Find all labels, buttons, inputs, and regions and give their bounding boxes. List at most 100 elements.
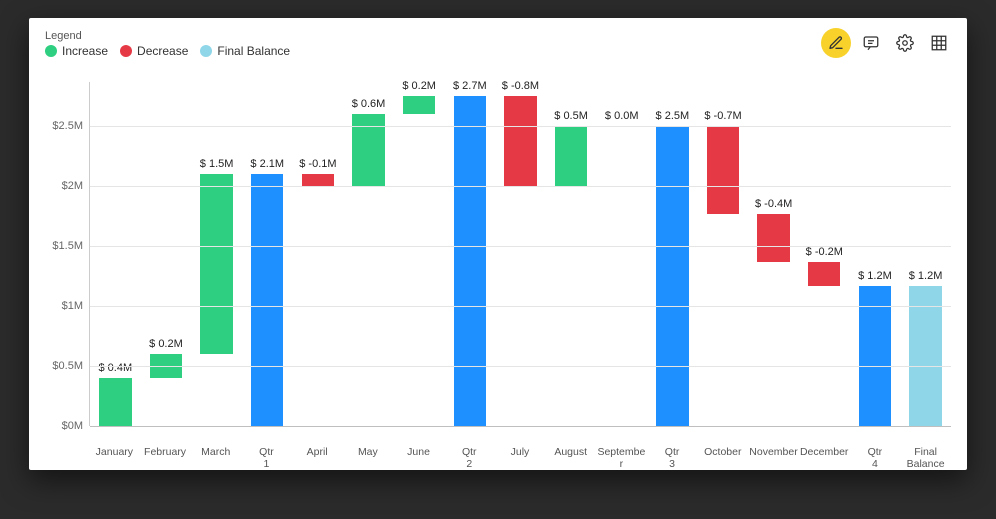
bar-increase[interactable] (352, 114, 384, 186)
bar-value-label: $ 0.6M (343, 98, 394, 110)
y-tick-label: $1M (62, 300, 83, 312)
bar-value-label: $ 1.2M (900, 270, 951, 282)
bar-value-label: $ -0.1M (293, 158, 344, 170)
legend-label: Final Balance (217, 44, 290, 58)
bar-value-label: $ -0.7M (698, 110, 749, 122)
gridline (90, 426, 951, 427)
gridline (90, 126, 951, 127)
bar-total[interactable] (251, 174, 283, 426)
edit-icon (828, 35, 844, 51)
x-axis: JanuaryFebruaryMarchQtr1AprilMayJuneQtr2… (89, 442, 951, 470)
legend-item[interactable]: Final Balance (200, 44, 290, 58)
gridline (90, 186, 951, 187)
y-tick-label: $2M (62, 180, 83, 192)
legend: Legend Increase Decrease Final Balance (45, 30, 951, 58)
gridline (90, 246, 951, 247)
chart-column: $ -0.1M (293, 96, 344, 426)
legend-swatch (120, 45, 132, 57)
bar-value-label: $ 1.5M (191, 158, 242, 170)
x-tick-label: Qtr3 (647, 442, 698, 470)
gridline (90, 306, 951, 307)
bar-increase[interactable] (403, 96, 435, 114)
bar-value-label: $ 2.1M (242, 158, 293, 170)
bar-value-label: $ -0.2M (799, 246, 850, 258)
legend-swatch (45, 45, 57, 57)
chart-card: Legend Increase Decrease Final Balance $0M… (29, 18, 967, 470)
chart-column: $ 0.4M (90, 96, 141, 426)
chart-area: $0M$0.5M$1M$1.5M$2M$2.5M $ 0.4M$ 0.2M$ 1… (45, 82, 951, 442)
bar-increase[interactable] (555, 126, 587, 186)
bar-value-label: $ 0.0M (596, 110, 647, 122)
bar-decrease[interactable] (504, 96, 536, 186)
bar-increase[interactable] (200, 174, 232, 354)
bar-decrease[interactable] (808, 262, 840, 286)
chart-column: $ 1.2M (850, 96, 901, 426)
chart-toolbar (821, 28, 953, 58)
chart-column: $ 2.1M (242, 96, 293, 426)
chart-column: $ 2.7M (444, 96, 495, 426)
settings-button[interactable] (891, 29, 919, 57)
chart-column: $ 1.5M (191, 96, 242, 426)
bar-value-label: $ 0.4M (90, 362, 141, 374)
legend-label: Increase (62, 44, 108, 58)
grid-view-button[interactable] (925, 29, 953, 57)
x-tick-label: Qtr1 (241, 442, 292, 470)
gridline (90, 366, 951, 367)
y-tick-label: $0M (62, 420, 83, 432)
bar-value-label: $ -0.4M (748, 198, 799, 210)
x-tick-label: May (343, 442, 394, 470)
bar-value-label: $ 2.5M (647, 110, 698, 122)
y-axis: $0M$0.5M$1M$1.5M$2M$2.5M (45, 82, 89, 426)
chart-column: $ -0.8M (495, 96, 546, 426)
gear-icon (896, 34, 914, 52)
chart-column: $ 0.6M (343, 96, 394, 426)
y-tick-label: $2.5M (52, 120, 83, 132)
x-tick-label: January (89, 442, 140, 470)
x-tick-label: Qtr2 (444, 442, 495, 470)
legend-item[interactable]: Increase (45, 44, 108, 58)
y-tick-label: $0.5M (52, 360, 83, 372)
bar-value-label: $ 0.2M (394, 80, 445, 92)
bar-decrease[interactable] (757, 214, 789, 262)
x-tick-label: October (697, 442, 748, 470)
bar-value-label: $ 2.7M (444, 80, 495, 92)
chart-column: $ -0.4M (748, 96, 799, 426)
legend-title: Legend (45, 30, 951, 42)
comment-button[interactable] (857, 29, 885, 57)
plot-area: $ 0.4M$ 0.2M$ 1.5M$ 2.1M$ -0.1M$ 0.6M$ 0… (89, 82, 951, 426)
bar-decrease[interactable] (302, 174, 334, 186)
chart-column: $ -0.2M (799, 96, 850, 426)
legend-item[interactable]: Decrease (120, 44, 188, 58)
chart-column: $ 2.5M (647, 96, 698, 426)
bar-decrease[interactable] (707, 126, 739, 214)
x-tick-label: December (799, 442, 850, 470)
bar-total[interactable] (454, 96, 486, 426)
chart-column: $ -0.7M (698, 96, 749, 426)
bar-increase[interactable] (99, 378, 131, 426)
edit-button[interactable] (821, 28, 851, 58)
bar-value-label: $ 1.2M (850, 270, 901, 282)
chart-column: $ 1.2M (900, 96, 951, 426)
x-tick-label: FinalBalance (900, 442, 951, 470)
grid-icon (930, 34, 948, 52)
comment-icon (862, 34, 880, 52)
chart-column: $ 0.2M (394, 96, 445, 426)
x-tick-label: Qtr4 (850, 442, 901, 470)
chart-column: $ 0.2M (141, 96, 192, 426)
x-tick-label: June (393, 442, 444, 470)
x-tick-label: July (495, 442, 546, 470)
bar-total[interactable] (656, 126, 688, 426)
x-tick-label: February (140, 442, 191, 470)
bar-value-label: $ 0.2M (141, 338, 192, 350)
x-tick-label: September (596, 442, 647, 470)
chart-column: $ 0.5M (546, 96, 597, 426)
bar-value-label: $ 0.5M (546, 110, 597, 122)
legend-swatch (200, 45, 212, 57)
x-tick-label: March (190, 442, 241, 470)
chart-column: $ 0.0M (596, 96, 647, 426)
x-tick-label: April (292, 442, 343, 470)
bar-value-label: $ -0.8M (495, 80, 546, 92)
legend-label: Decrease (137, 44, 188, 58)
x-tick-label: November (748, 442, 799, 470)
x-tick-label: August (545, 442, 596, 470)
